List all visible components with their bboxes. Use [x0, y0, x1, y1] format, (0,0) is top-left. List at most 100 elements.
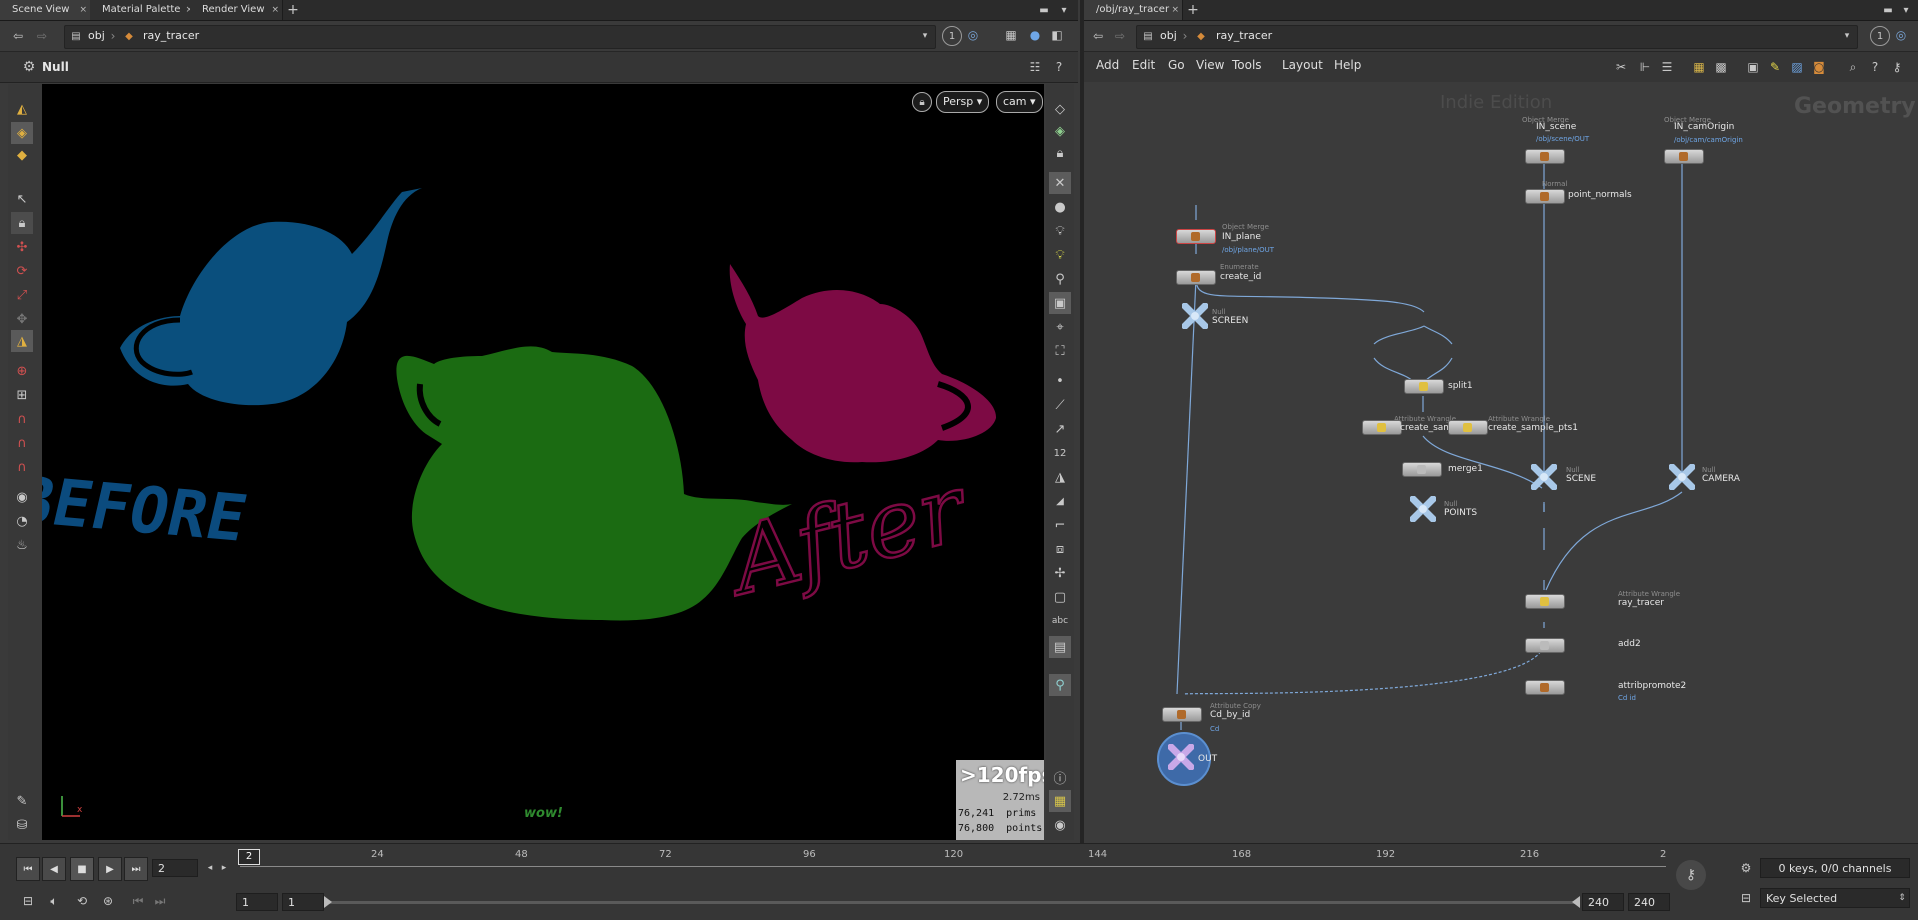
- step-back-icon[interactable]: ◀: [42, 857, 66, 881]
- magnet-2-icon[interactable]: ∩: [11, 432, 33, 454]
- forward-arrow-icon[interactable]: ⇨: [1112, 28, 1128, 44]
- guide-icon[interactable]: ⌖: [1049, 316, 1071, 338]
- loop-icon[interactable]: ⟲: [72, 892, 92, 910]
- node-cd-by-id[interactable]: [1162, 707, 1202, 722]
- link-pin-icon[interactable]: ◎: [1892, 26, 1910, 44]
- gear-icon[interactable]: ⚙: [20, 58, 38, 76]
- range-slider[interactable]: [326, 901, 1580, 904]
- forward-arrow-icon[interactable]: ⇨: [34, 28, 50, 44]
- menu-view[interactable]: View: [1196, 58, 1224, 72]
- pane-maximize-icon[interactable]: ▾: [1898, 0, 1914, 20]
- paint-icon[interactable]: ✎: [11, 790, 33, 812]
- edge-icon[interactable]: ⌐: [1049, 514, 1071, 536]
- help-icon[interactable]: ?: [1050, 58, 1068, 76]
- node-in-plane[interactable]: [1176, 229, 1216, 244]
- viewport[interactable]: BEFORE After x wow! 🔒︎ Persp ▾ cam ▾ >12…: [42, 84, 1044, 840]
- graph-icon[interactable]: ⊟: [1736, 888, 1756, 908]
- key-mode-select[interactable]: Key Selected: [1760, 888, 1910, 908]
- current-frame-field[interactable]: 2: [152, 859, 198, 877]
- key-icon[interactable]: ⚷: [1676, 860, 1706, 890]
- color-palette-icon[interactable]: ▦: [1690, 58, 1708, 76]
- asset-icon[interactable]: ◙: [1810, 58, 1828, 76]
- timeline-ruler[interactable]: [240, 866, 1666, 867]
- rotate-icon[interactable]: ⟳: [11, 260, 33, 282]
- node-create-sample[interactable]: [1362, 420, 1402, 435]
- camera-icon[interactable]: ⛶: [1049, 340, 1071, 362]
- network-editor[interactable]: Indie Edition Geometry Object Merge IN_s…: [1084, 82, 1918, 843]
- link-pin-icon[interactable]: ◎: [964, 26, 982, 44]
- prim-numbers-icon[interactable]: ◢: [1049, 490, 1071, 512]
- normal-display-icon[interactable]: ⟋: [1049, 394, 1071, 416]
- menu-layout[interactable]: Layout: [1282, 58, 1323, 72]
- close-icon[interactable]: ×: [271, 0, 279, 20]
- visibility-icon[interactable]: ◇: [1049, 98, 1071, 120]
- node-split1[interactable]: [1404, 379, 1444, 394]
- render-tool-icon[interactable]: ♨: [11, 534, 33, 556]
- step-prev-key-icon[interactable]: ◂: [204, 860, 216, 876]
- headlight-icon[interactable]: 💡︎: [1049, 244, 1071, 266]
- point-display-icon[interactable]: •: [1049, 370, 1071, 392]
- back-arrow-icon[interactable]: ⇦: [10, 28, 26, 44]
- handle-tool-icon[interactable]: ◮: [11, 330, 33, 352]
- grid-view-icon[interactable]: ▩: [1712, 58, 1730, 76]
- node-create-sample-pts1[interactable]: [1448, 420, 1488, 435]
- transform-icon[interactable]: ✣: [11, 236, 33, 258]
- magnet-icon[interactable]: ∩: [11, 408, 33, 430]
- shading-icon[interactable]: ●: [1049, 196, 1071, 218]
- magnet-3-icon[interactable]: ∩: [11, 456, 33, 478]
- stack-icon[interactable]: ⛁: [11, 814, 33, 836]
- node-in-scene[interactable]: [1525, 149, 1565, 164]
- path-node[interactable]: ray_tracer: [143, 28, 199, 44]
- stop-icon[interactable]: ■: [70, 857, 94, 881]
- tab-scene-view[interactable]: Scene View ×: [0, 0, 91, 20]
- back-arrow-icon[interactable]: ⇦: [1090, 28, 1106, 44]
- add-tab-icon[interactable]: +: [284, 0, 302, 20]
- wrench-icon[interactable]: ✂: [1612, 58, 1630, 76]
- next-range-icon[interactable]: ⏭: [152, 892, 168, 910]
- bg-image-icon[interactable]: ▣: [1049, 292, 1071, 314]
- key-options-icon[interactable]: ⚙: [1736, 858, 1756, 878]
- prev-range-icon[interactable]: ⏮: [130, 892, 146, 910]
- pane-maximize-icon[interactable]: ▾: [1056, 0, 1072, 20]
- lock-view-icon[interactable]: 🔒︎: [1049, 142, 1071, 164]
- menu-edit[interactable]: Edit: [1132, 58, 1155, 72]
- playhead-marker[interactable]: 2: [238, 849, 260, 865]
- handle-options-icon[interactable]: ☷: [1026, 58, 1044, 76]
- persp-menu[interactable]: Persp ▾: [936, 91, 990, 113]
- menu-help[interactable]: Help: [1334, 58, 1361, 72]
- vertex-icon[interactable]: ⧈: [1049, 538, 1071, 560]
- tab-network-path[interactable]: /obj/ray_tracer ×: [1084, 0, 1183, 20]
- image-icon[interactable]: ▤: [1049, 636, 1071, 658]
- scale-icon[interactable]: ⤢: [11, 284, 33, 306]
- chevron-updown-icon[interactable]: ⇕: [1896, 890, 1908, 906]
- lock-camera-icon[interactable]: 🔒︎: [912, 92, 932, 112]
- end-range-field[interactable]: 240: [1582, 893, 1624, 911]
- range-end-handle[interactable]: [1572, 896, 1580, 908]
- step-next-key-icon[interactable]: ▸: [218, 860, 230, 876]
- close-icon[interactable]: ×: [1171, 0, 1179, 20]
- go-to-end-icon[interactable]: ⏭: [124, 857, 148, 881]
- node-attribpromote2[interactable]: [1525, 680, 1565, 695]
- node-points[interactable]: [1410, 496, 1436, 522]
- ghost-icon[interactable]: ◈: [1049, 120, 1071, 142]
- link-badge[interactable]: 1: [942, 26, 962, 46]
- brush-tool-icon[interactable]: ◆: [11, 144, 33, 166]
- tab-material-palette[interactable]: Material Palette×: [90, 0, 197, 20]
- node-out[interactable]: [1168, 744, 1194, 770]
- sync-icon[interactable]: ⊛: [98, 892, 118, 910]
- go-to-start-icon[interactable]: ⏮: [16, 857, 40, 881]
- node-merge1[interactable]: [1402, 462, 1442, 477]
- node-camera[interactable]: [1669, 464, 1695, 490]
- path-node[interactable]: ray_tracer: [1216, 28, 1272, 44]
- sticky-note-icon[interactable]: ✎: [1766, 58, 1784, 76]
- add-tab-icon[interactable]: +: [1184, 0, 1202, 20]
- pane-menu-icon[interactable]: ▬: [1880, 0, 1896, 20]
- text-display-icon[interactable]: abc: [1049, 610, 1071, 632]
- menu-tools[interactable]: Tools: [1232, 58, 1262, 72]
- pointer-icon[interactable]: ↖: [11, 188, 33, 210]
- pane-menu-icon[interactable]: ▬: [1036, 0, 1052, 20]
- image-bg-icon[interactable]: ▨: [1788, 58, 1806, 76]
- network-box-icon[interactable]: ▣: [1744, 58, 1762, 76]
- node-add2[interactable]: [1525, 638, 1565, 653]
- menu-go[interactable]: Go: [1168, 58, 1185, 72]
